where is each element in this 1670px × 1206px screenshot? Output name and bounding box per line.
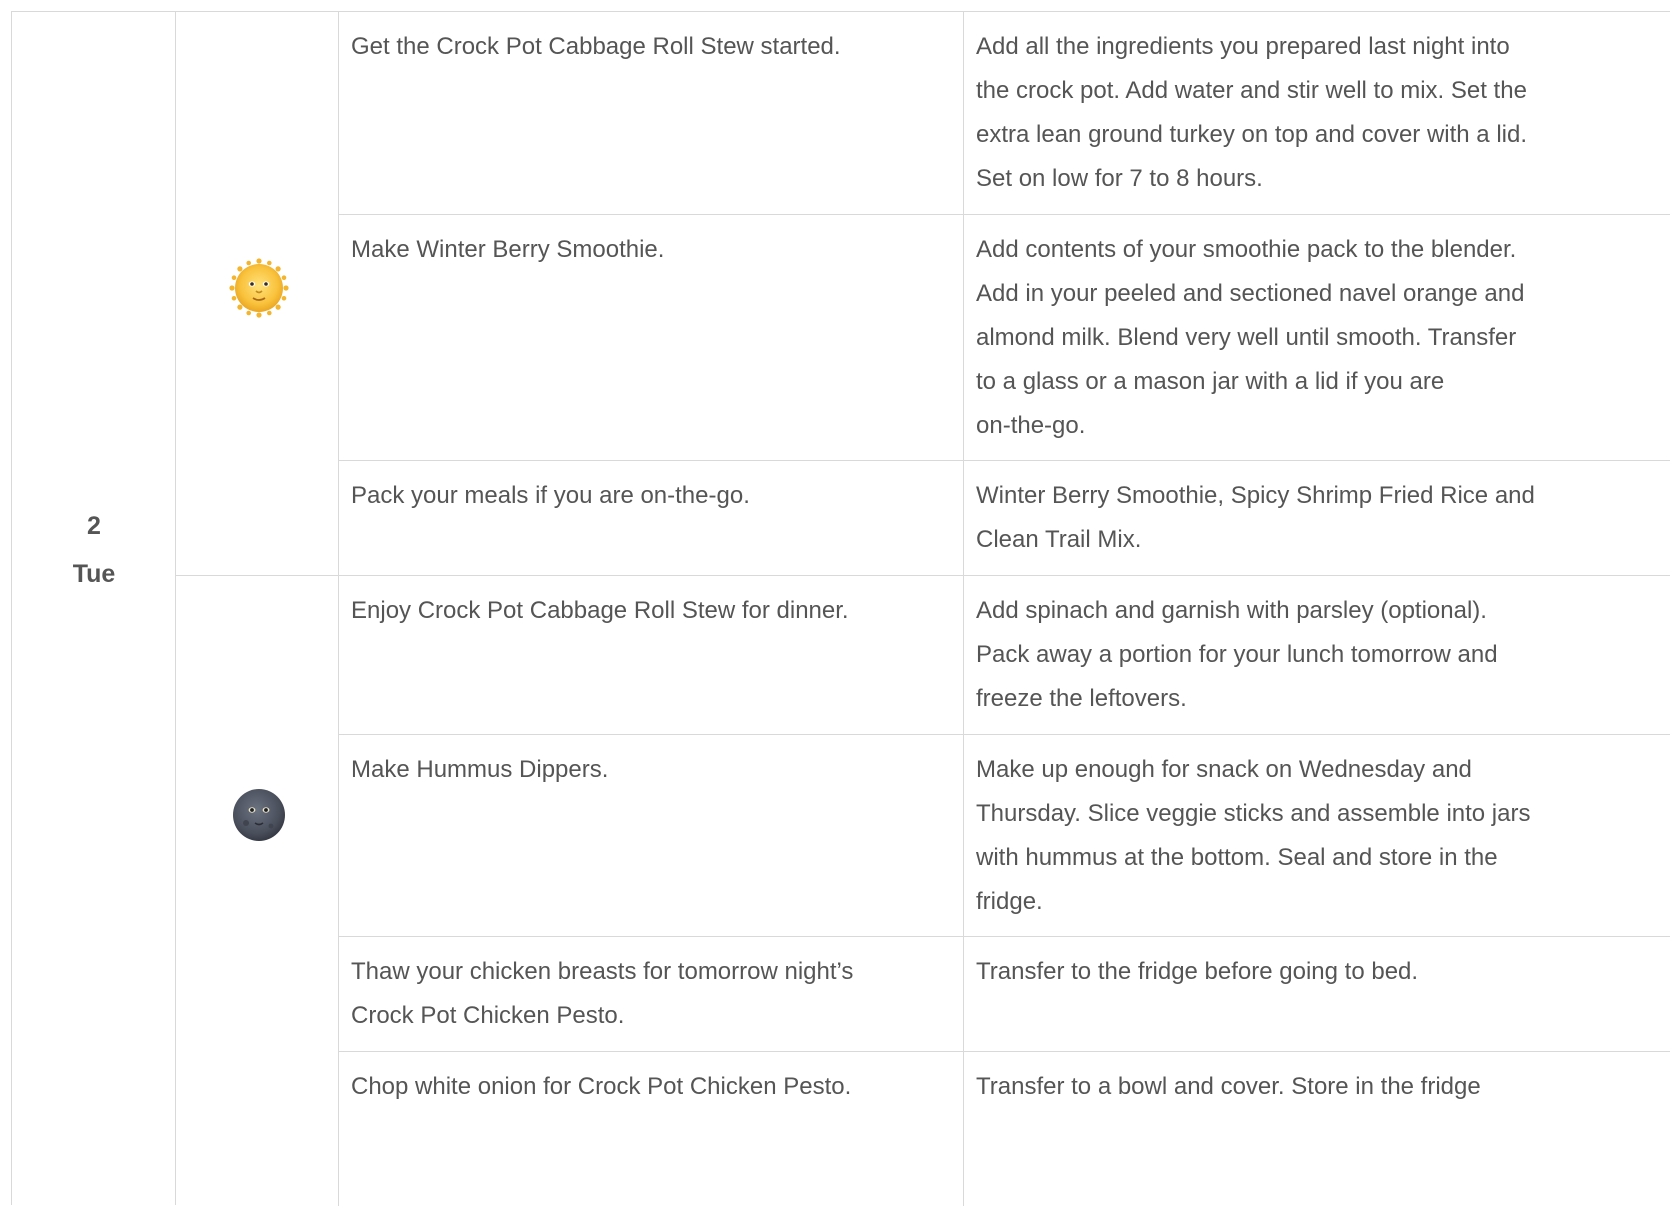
task-cell: Make Hummus Dippers.: [339, 735, 964, 936]
table-row: Get the Crock Pot Cabbage Roll Stew star…: [339, 12, 1670, 215]
task-cell: Pack your meals if you are on-the-go.: [339, 461, 964, 575]
sun-face-icon: [229, 258, 289, 318]
meal-plan-table: 2 Tue Get the Crock Pot Cabbage Roll Ste…: [11, 11, 1670, 1206]
note-cell: Transfer to the fridge before going to b…: [976, 958, 1419, 985]
table-row: Make Winter Berry Smoothie. Add contents…: [339, 215, 1670, 461]
table-row: Chop white onion for Crock Pot Chicken P…: [339, 1052, 1670, 1206]
note-cell: Make up enough for snack on Wednesday an…: [976, 756, 1531, 915]
day-number: 2: [87, 512, 101, 540]
table-row: Thaw your chicken breasts for tomorrow n…: [339, 937, 1670, 1052]
morning-cell: [176, 12, 339, 576]
note-cell: Add all the ingredients you prepared las…: [976, 33, 1527, 192]
note-cell: Transfer to a bowl and cover. Store in t…: [976, 1073, 1481, 1100]
day-cell: 2 Tue: [12, 12, 176, 1205]
new-moon-face-icon: [233, 789, 285, 841]
table-row: Enjoy Crock Pot Cabbage Roll Stew for di…: [339, 576, 1670, 735]
task-cell: Get the Crock Pot Cabbage Roll Stew star…: [339, 12, 964, 214]
task-cell: Enjoy Crock Pot Cabbage Roll Stew for di…: [339, 576, 964, 734]
table-row: Pack your meals if you are on-the-go. Wi…: [339, 461, 1670, 576]
task-cell: Thaw your chicken breasts for tomorrow n…: [339, 937, 964, 1051]
note-cell: Add spinach and garnish with parsley (op…: [976, 597, 1498, 712]
task-cell: Chop white onion for Crock Pot Chicken P…: [339, 1052, 964, 1206]
note-cell: Winter Berry Smoothie, Spicy Shrimp Frie…: [976, 482, 1535, 553]
day-name: Tue: [72, 560, 116, 588]
evening-cell: [176, 576, 339, 1206]
table-row: Make Hummus Dippers. Make up enough for …: [339, 735, 1670, 937]
task-cell: Make Winter Berry Smoothie.: [339, 215, 964, 460]
note-cell: Add contents of your smoothie pack to th…: [976, 236, 1525, 439]
